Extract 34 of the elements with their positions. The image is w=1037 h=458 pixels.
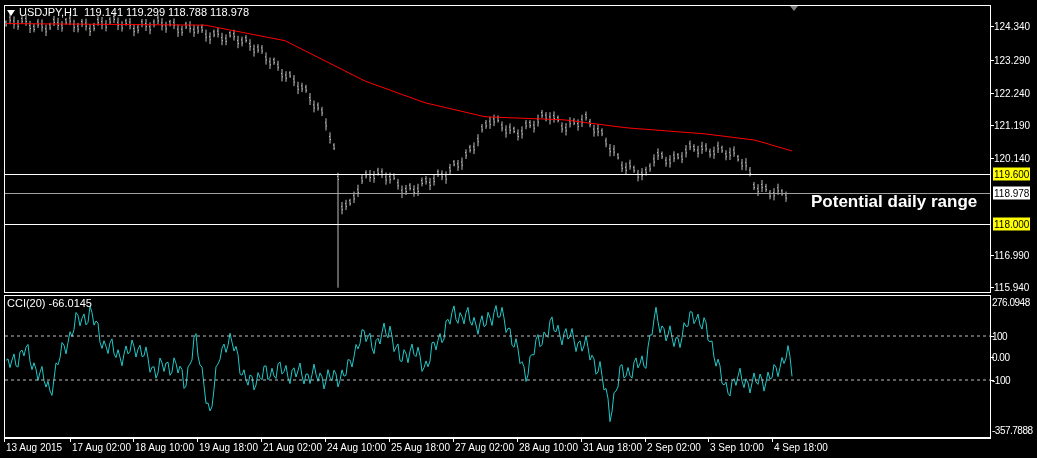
time-label: 2 Sep 02:00 [647, 443, 701, 453]
dropdown-triangle-icon[interactable] [7, 9, 15, 16]
ohlc-values: 119.141 119.299 118.788 118.978 [84, 7, 250, 18]
time-label: 24 Aug 10:00 [327, 443, 386, 453]
chart-shift-marker-icon[interactable] [790, 6, 798, 11]
indicator-axis-label: 0.00 [992, 350, 1010, 364]
price-label: 116.990 [993, 248, 1031, 262]
range-annotation: Potential daily range [811, 191, 978, 213]
price-label: 123.290 [993, 53, 1032, 67]
indicator-axis-label: -100 [992, 373, 1010, 387]
price-label: 115.940 [993, 280, 1031, 294]
price-label: 121.190 [993, 118, 1032, 132]
price-label: 122.240 [993, 86, 1032, 100]
time-label: 4 Sep 18:00 [774, 443, 828, 453]
time-label: 21 Aug 02:00 [263, 443, 322, 453]
time-label: 3 Sep 10:00 [710, 443, 764, 453]
time-label: 19 Aug 18:00 [199, 443, 258, 453]
price-label: 124.340 [993, 19, 1032, 33]
level-price-label: 118.000 [993, 217, 1031, 231]
indicator-axis-label: 100 [992, 329, 1008, 343]
time-label: 25 Aug 18:00 [391, 443, 450, 453]
indicator-axis-label: 276.0948 [992, 295, 1030, 309]
time-label: 28 Aug 10:00 [519, 443, 578, 453]
time-label: 17 Aug 02:00 [72, 443, 131, 453]
time-label: 13 Aug 2015 [6, 443, 63, 453]
time-label: 31 Aug 18:00 [583, 443, 642, 453]
time-label: 18 Aug 10:00 [135, 443, 194, 453]
level-price-label: 119.600 [993, 167, 1031, 181]
symbol-label: USDJPY,H1 [19, 7, 79, 18]
indicator-title: CCI(20) -66.0145 [7, 298, 92, 309]
price-label: 120.140 [993, 151, 1032, 165]
current-price-label: 118.978 [993, 186, 1031, 200]
indicator-axis-label: -357.7888 [992, 423, 1033, 437]
time-label: 27 Aug 02:00 [455, 443, 514, 453]
